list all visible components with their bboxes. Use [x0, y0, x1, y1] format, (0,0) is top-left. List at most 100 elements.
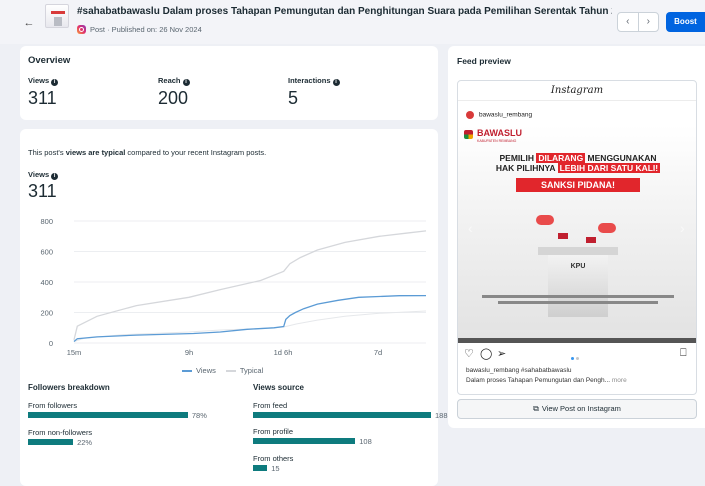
typical-note-post: compared to your recent Instagram posts. — [125, 148, 267, 157]
view-on-instagram-button[interactable]: ⧉ View Post on Instagram — [457, 399, 697, 419]
metric-reach-value: 200 — [158, 88, 189, 108]
typical-note-pre: This post's — [28, 148, 66, 157]
from-followers-label: From followers — [28, 401, 78, 410]
next-post-button[interactable]: › — [639, 13, 659, 31]
from-others-label: From others — [253, 454, 294, 463]
hand-illustration — [536, 215, 554, 225]
y-tick-label: 600 — [40, 248, 53, 257]
poster-line2-pre: HAK PILIHNYA — [495, 163, 558, 173]
series-line-secondary — [73, 310, 427, 342]
views-card: This post's views are typical compared t… — [20, 129, 448, 486]
carousel-prev-icon[interactable]: ‹ — [468, 220, 473, 236]
instagram-logo: Instagram — [458, 81, 696, 101]
info-icon[interactable]: i — [51, 79, 59, 86]
x-tick-label: 1d 6h — [274, 348, 293, 357]
views-label-text: Views — [28, 170, 50, 179]
feed-preview-card: Feed preview Instagram bawaslu_rembang B… — [448, 46, 705, 428]
poster-brand: BAWASLU — [477, 128, 522, 138]
from-others-value: 15 — [271, 464, 280, 473]
metric-interactions-label: Interactions — [288, 76, 331, 85]
post-author-name: bawaslu_rembang — [479, 111, 533, 119]
post-thumbnail — [45, 4, 69, 28]
view-on-instagram-label: View Post on Instagram — [541, 404, 621, 413]
ballot-box-illustration — [538, 247, 618, 317]
followers-breakdown-title: Followers breakdown — [28, 383, 110, 392]
poster-line1-highlight: DILARANG — [536, 153, 586, 163]
avatar — [466, 111, 474, 119]
feed-preview-title: Feed preview — [457, 56, 511, 66]
post-author: bawaslu_rembang — [466, 111, 532, 119]
carousel-next-icon[interactable]: › — [680, 220, 685, 236]
from-profile-label: From profile — [253, 427, 294, 436]
bawaslu-logo-icon — [464, 130, 473, 139]
instagram-post-preview: Instagram bawaslu_rembang BAWASLU KABUPA… — [457, 80, 697, 395]
heart-icon[interactable]: ♡ — [464, 347, 474, 360]
views-source-title: Views source — [253, 383, 304, 392]
instagram-icon — [77, 25, 86, 34]
poster-line1-post: MENGGUNAKAN — [585, 153, 657, 163]
ballot-illustration — [586, 237, 596, 243]
views-line-chart: 0 200 400 600 800 15m 9h 1d 6h 7d — [40, 217, 427, 357]
post-actions: ♡ ◯ ➢ ⎕ — [458, 346, 696, 362]
social-media-footer — [458, 338, 696, 343]
views-label: Views i — [28, 170, 59, 180]
metric-views-value: 311 — [28, 88, 57, 108]
poster-headline: PEMILIH DILARANG MENGGUNAKAN HAK PILIHNY… — [458, 153, 696, 173]
post-title: #sahabatbawaslu Dalam proses Tahapan Pem… — [77, 6, 612, 17]
metric-interactions-value: 5 — [288, 88, 299, 108]
from-feed-bar — [253, 412, 431, 418]
from-followers-bar — [28, 412, 188, 418]
poster-line1-pre: PEMILIH — [499, 153, 537, 163]
info-icon[interactable]: i — [332, 79, 340, 86]
typical-note-bold: views are typical — [65, 148, 126, 157]
external-link-icon: ⧉ — [533, 404, 539, 413]
metric-reach: Reach i 200 — [158, 76, 190, 109]
comment-icon[interactable]: ◯ — [480, 347, 492, 360]
x-tick-label: 7d — [374, 348, 382, 357]
y-tick-label: 400 — [40, 278, 53, 287]
back-arrow-icon[interactable]: ← — [22, 16, 36, 30]
poster-sanction: SANKSI PIDANA! — [516, 178, 640, 192]
poster-brand-sub: KABUPATEN REMBANG — [477, 139, 517, 143]
previous-post-button[interactable]: ‹ — [618, 13, 639, 31]
hand-illustration — [598, 223, 616, 233]
legend-typical[interactable]: Typical — [225, 366, 264, 375]
x-tick-label: 15m — [67, 348, 82, 357]
poster-line2-highlight: LEBIH DARI SATU KALI! — [557, 163, 661, 173]
from-feed-value: 188 — [435, 411, 448, 420]
bookmark-icon[interactable]: ⎕ — [680, 347, 687, 360]
from-non-followers-bar — [28, 439, 74, 445]
post-navigation: ‹ › — [617, 12, 659, 32]
views-value: 311 — [28, 181, 57, 201]
post-caption-line1: bawaslu_rembang #sahabatbawaslu — [466, 367, 572, 374]
from-profile-bar — [253, 438, 356, 444]
legend-views[interactable]: Views — [182, 366, 216, 375]
metric-interactions: Interactions i 5 — [288, 76, 340, 109]
legend-typical-label: Typical — [239, 366, 264, 375]
overview-card: Overview Views i 311 Reach i 200 Interacti… — [20, 46, 438, 120]
share-icon[interactable]: ➢ — [497, 347, 506, 360]
from-feed-label: From feed — [253, 401, 288, 410]
typical-note: This post's views are typical compared t… — [28, 148, 266, 157]
from-non-followers-value: 22% — [77, 438, 93, 447]
y-tick-label: 200 — [40, 309, 53, 318]
from-profile-value: 108 — [359, 437, 372, 446]
metric-views-label: Views — [28, 76, 50, 85]
info-icon[interactable]: i — [51, 173, 59, 180]
chart-legend: Views Typical — [182, 366, 263, 375]
y-tick-label: 0 — [49, 339, 53, 348]
info-icon[interactable]: i — [182, 79, 190, 86]
poster-body-text — [498, 301, 658, 304]
post-caption-line2: Dalam proses Tahapan Pemungutan dan Peng… — [466, 377, 694, 384]
boost-button[interactable]: Boost — [666, 12, 705, 32]
metric-reach-label: Reach — [158, 76, 181, 85]
post-image[interactable]: BAWASLU KABUPATEN REMBANG PEMILIH DILARA… — [458, 125, 696, 343]
kpu-label: KPU — [570, 263, 586, 270]
y-tick-label: 800 — [40, 217, 53, 226]
from-others-bar — [253, 465, 268, 471]
carousel-dots — [571, 353, 581, 362]
legend-views-label: Views — [196, 366, 216, 375]
overview-title: Overview — [28, 55, 71, 66]
from-followers-value: 78% — [191, 411, 207, 420]
caption-more-link[interactable]: more — [610, 377, 627, 384]
